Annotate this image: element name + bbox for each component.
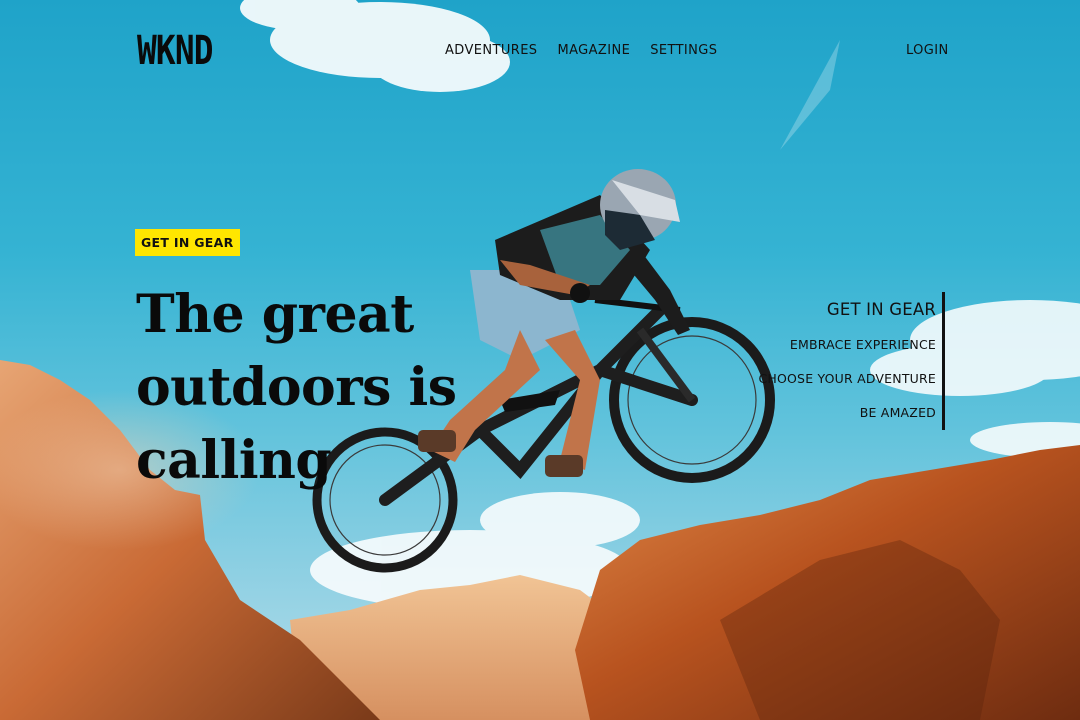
- brand-logo[interactable]: WKND: [137, 28, 214, 74]
- hero-banner: WKND ADVENTURES MAGAZINE SETTINGS LOGIN …: [0, 0, 1080, 720]
- nav-item-magazine[interactable]: MAGAZINE: [557, 43, 630, 58]
- login-link[interactable]: LOGIN: [906, 43, 949, 58]
- carousel-item-choose-your-adventure[interactable]: CHOOSE YOUR ADVENTURE: [758, 362, 936, 396]
- category-tag: GET IN GEAR: [135, 229, 240, 256]
- carousel-item-embrace-experience[interactable]: EMBRACE EXPERIENCE: [758, 328, 936, 362]
- carousel-nav: GET IN GEAR EMBRACE EXPERIENCE CHOOSE YO…: [758, 292, 945, 430]
- nav-item-settings[interactable]: SETTINGS: [650, 43, 717, 58]
- hero-headline: The great outdoors is calling: [136, 284, 457, 491]
- carousel-item-get-in-gear[interactable]: GET IN GEAR: [758, 292, 936, 328]
- carousel-item-be-amazed[interactable]: BE AMAZED: [758, 396, 936, 430]
- main-nav: ADVENTURES MAGAZINE SETTINGS: [445, 43, 717, 58]
- nav-item-adventures[interactable]: ADVENTURES: [445, 43, 537, 58]
- cloud-streak: [780, 40, 840, 150]
